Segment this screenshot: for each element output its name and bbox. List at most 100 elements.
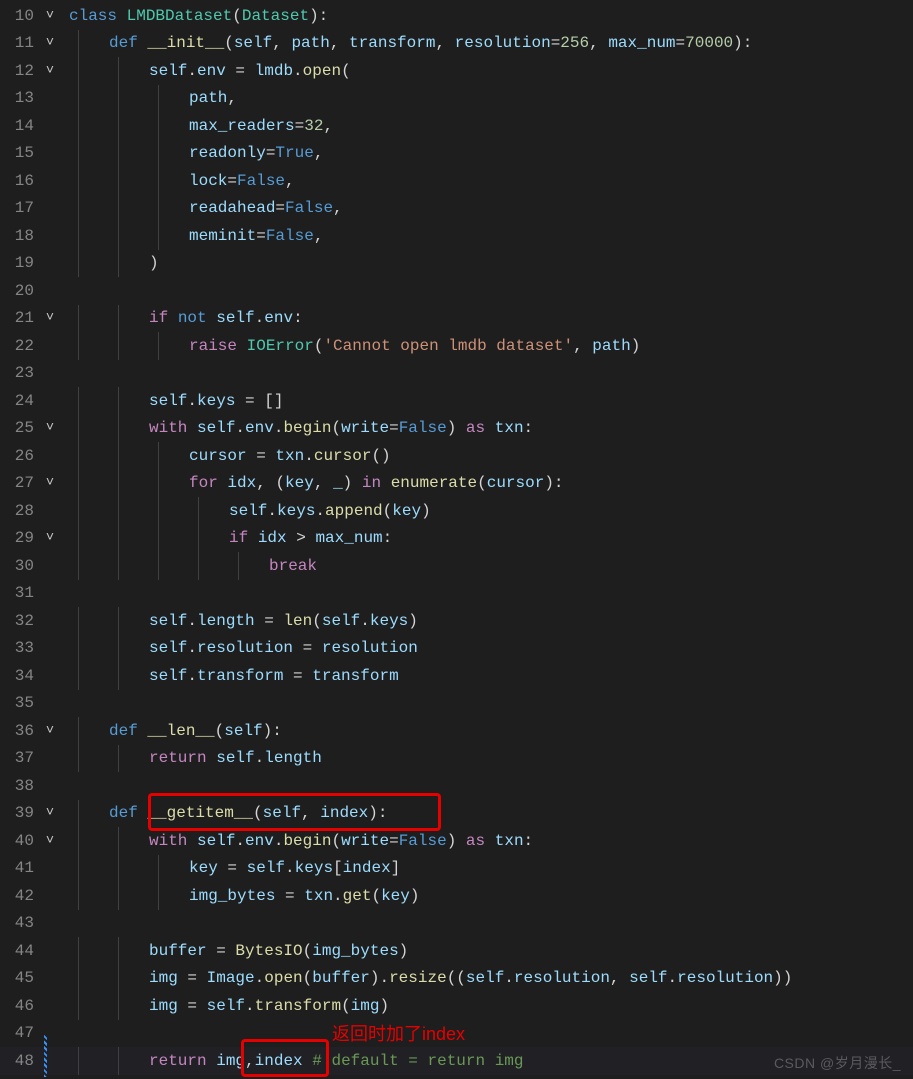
code-content[interactable]: class LMDBDataset(Dataset): <box>61 7 913 25</box>
fold-toggle-icon[interactable]: ˅ <box>39 420 61 436</box>
code-line[interactable]: 31 <box>0 580 913 608</box>
fold-toggle-icon[interactable]: ˅ <box>39 63 61 79</box>
code-line[interactable]: 45img = Image.open(buffer).resize((self.… <box>0 965 913 993</box>
code-content[interactable]: img = Image.open(buffer).resize((self.re… <box>61 969 913 987</box>
code-content[interactable]: readahead=False, <box>61 199 913 217</box>
code-line[interactable]: 47 <box>0 1020 913 1048</box>
code-content[interactable]: lock=False, <box>61 172 913 190</box>
code-content[interactable]: def __len__(self): <box>61 722 913 740</box>
code-line[interactable]: 27˅for idx, (key, _) in enumerate(cursor… <box>0 470 913 498</box>
token-var: self <box>149 392 187 410</box>
code-line[interactable]: 17readahead=False, <box>0 195 913 223</box>
code-line[interactable]: 44buffer = BytesIO(img_bytes) <box>0 937 913 965</box>
code-line[interactable]: 15readonly=True, <box>0 140 913 168</box>
line-number: 13 <box>0 89 39 107</box>
indent-guide <box>158 222 159 250</box>
code-content[interactable]: self.length = len(self.keys) <box>61 612 913 630</box>
code-line[interactable]: 12˅self.env = lmdb.open( <box>0 57 913 85</box>
code-line[interactable]: 13 path, <box>0 85 913 113</box>
token-op: )) <box>773 969 792 987</box>
code-line[interactable]: 28self.keys.append(key) <box>0 497 913 525</box>
code-line[interactable]: 42img_bytes = txn.get(key) <box>0 882 913 910</box>
code-content[interactable]: img = self.transform(img) <box>61 997 913 1015</box>
token-op: ): <box>309 7 328 25</box>
code-content[interactable]: self.resolution = resolution <box>61 639 913 657</box>
code-line[interactable]: 11˅def __init__(self, path, transform, r… <box>0 30 913 58</box>
fold-toggle-icon[interactable]: ˅ <box>39 530 61 546</box>
code-content[interactable]: def __init__(self, path, transform, reso… <box>61 34 913 52</box>
token-op: . <box>255 309 265 327</box>
code-content[interactable]: max_readers=32, <box>61 117 913 135</box>
code-editor[interactable]: 10˅class LMDBDataset(Dataset):11˅def __i… <box>0 0 913 1075</box>
code-line[interactable]: 43 <box>0 910 913 938</box>
code-line[interactable]: 41key = self.keys[index] <box>0 855 913 883</box>
code-line[interactable]: 10˅class LMDBDataset(Dataset): <box>0 2 913 30</box>
code-line[interactable]: 21˅if not self.env: <box>0 305 913 333</box>
code-content[interactable]: self.transform = transform <box>61 667 913 685</box>
code-content[interactable]: meminit=False, <box>61 227 913 245</box>
code-content[interactable]: self.env = lmdb.open( <box>61 62 913 80</box>
code-line[interactable]: 38 <box>0 772 913 800</box>
token-op: ) <box>379 997 389 1015</box>
fold-toggle-icon[interactable]: ˅ <box>39 805 61 821</box>
code-content[interactable]: if idx > max_num: <box>61 529 913 547</box>
indent-guide <box>118 140 119 168</box>
token-var: self <box>149 62 187 80</box>
code-content[interactable]: img_bytes = txn.get(key) <box>61 887 913 905</box>
token-kw2: as <box>466 832 485 850</box>
code-content[interactable]: cursor = txn.cursor() <box>61 447 913 465</box>
code-content[interactable]: def __getitem__(self, index): <box>61 804 913 822</box>
code-line[interactable]: 36˅def __len__(self): <box>0 717 913 745</box>
code-line[interactable]: 22raise IOError('Cannot open lmdb datase… <box>0 332 913 360</box>
code-line[interactable]: 23 <box>0 360 913 388</box>
code-line[interactable]: 40˅with self.env.begin(write=False) as t… <box>0 827 913 855</box>
token-var: self <box>247 859 285 877</box>
code-line[interactable]: 20 <box>0 277 913 305</box>
code-line[interactable]: 37return self.length <box>0 745 913 773</box>
code-line[interactable]: 35 <box>0 690 913 718</box>
code-line[interactable]: 32self.length = len(self.keys) <box>0 607 913 635</box>
code-line[interactable]: 26cursor = txn.cursor() <box>0 442 913 470</box>
fold-toggle-icon[interactable]: ˅ <box>39 833 61 849</box>
code-content[interactable]: ) <box>61 254 913 272</box>
token-var: resolution <box>197 639 293 657</box>
code-content[interactable]: raise IOError('Cannot open lmdb dataset'… <box>61 337 913 355</box>
code-content[interactable]: with self.env.begin(write=False) as txn: <box>61 832 913 850</box>
code-line[interactable]: 29˅if idx > max_num: <box>0 525 913 553</box>
code-line[interactable]: 18meminit=False, <box>0 222 913 250</box>
code-line[interactable]: 39˅def __getitem__(self, index): <box>0 800 913 828</box>
token-op: = <box>207 942 236 960</box>
fold-toggle-icon[interactable]: ˅ <box>39 35 61 51</box>
fold-toggle-icon[interactable]: ˅ <box>39 475 61 491</box>
code-content[interactable]: self.keys = [] <box>61 392 913 410</box>
code-content[interactable]: buffer = BytesIO(img_bytes) <box>61 942 913 960</box>
code-content[interactable]: for idx, (key, _) in enumerate(cursor): <box>61 474 913 492</box>
code-line[interactable]: 16lock=False, <box>0 167 913 195</box>
code-content[interactable]: readonly=True, <box>61 144 913 162</box>
code-line[interactable]: 46img = self.transform(img) <box>0 992 913 1020</box>
token-fn: resize <box>389 969 447 987</box>
code-content[interactable]: if not self.env: <box>61 309 913 327</box>
code-line[interactable]: 24self.keys = [] <box>0 387 913 415</box>
fold-toggle-icon[interactable]: ˅ <box>39 8 61 24</box>
code-line[interactable]: 33self.resolution = resolution <box>0 635 913 663</box>
code-content[interactable]: with self.env.begin(write=False) as txn: <box>61 419 913 437</box>
token-op: . <box>187 62 197 80</box>
token-op: = <box>178 997 207 1015</box>
code-content[interactable]: return self.length <box>61 749 913 767</box>
code-content[interactable]: break <box>61 557 913 575</box>
code-line[interactable]: 14max_readers=32, <box>0 112 913 140</box>
code-line[interactable]: 19) <box>0 250 913 278</box>
code-content[interactable]: self.keys.append(key) <box>61 502 913 520</box>
indent-guide <box>118 195 119 223</box>
fold-toggle-icon[interactable]: ˅ <box>39 310 61 326</box>
code-content[interactable]: key = self.keys[index] <box>61 859 913 877</box>
code-line[interactable]: 34self.transform = transform <box>0 662 913 690</box>
code-content[interactable]: path, <box>61 89 913 107</box>
token-op <box>187 419 197 437</box>
code-line[interactable]: 25˅with self.env.begin(write=False) as t… <box>0 415 913 443</box>
token-var: self <box>197 419 235 437</box>
code-line[interactable]: 30break <box>0 552 913 580</box>
fold-toggle-icon[interactable]: ˅ <box>39 723 61 739</box>
token-var: key <box>285 474 314 492</box>
